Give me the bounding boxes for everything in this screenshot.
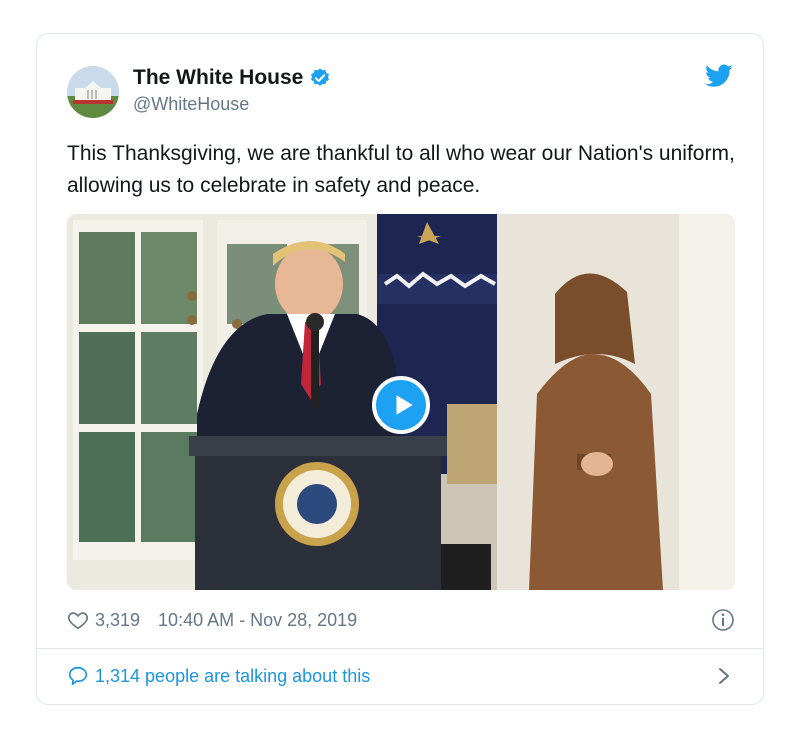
author-handle[interactable]: @WhiteHouse [133, 94, 249, 115]
play-icon [396, 395, 413, 415]
author-name[interactable]: The White House [133, 66, 331, 90]
twitter-bird-icon[interactable] [705, 64, 733, 88]
tweet-timestamp[interactable]: 10:40 AM - Nov 28, 2019 [158, 610, 357, 631]
info-icon[interactable] [711, 608, 735, 632]
white-house-avatar-image [67, 66, 119, 118]
video-player[interactable] [67, 214, 735, 590]
play-button[interactable] [372, 376, 430, 434]
avatar[interactable] [67, 66, 119, 118]
tweet-meta-row: 3,319 10:40 AM - Nov 28, 2019 [67, 606, 735, 634]
chevron-right-icon[interactable] [717, 666, 731, 686]
author-name-text[interactable]: The White House [133, 66, 303, 90]
conversation-label[interactable]: 1,314 people are talking about this [95, 666, 370, 687]
heart-icon[interactable] [67, 609, 89, 631]
tweet-card[interactable]: The White House @WhiteHouse This Thanksg… [36, 33, 764, 705]
divider [37, 648, 763, 649]
conversation-link[interactable]: 1,314 people are talking about this [67, 662, 735, 690]
comment-icon [68, 666, 88, 686]
like-count[interactable]: 3,319 [95, 610, 140, 631]
verified-badge-icon [311, 68, 330, 86]
tweet-text: This Thanksgiving, we are thankful to al… [67, 142, 735, 197]
